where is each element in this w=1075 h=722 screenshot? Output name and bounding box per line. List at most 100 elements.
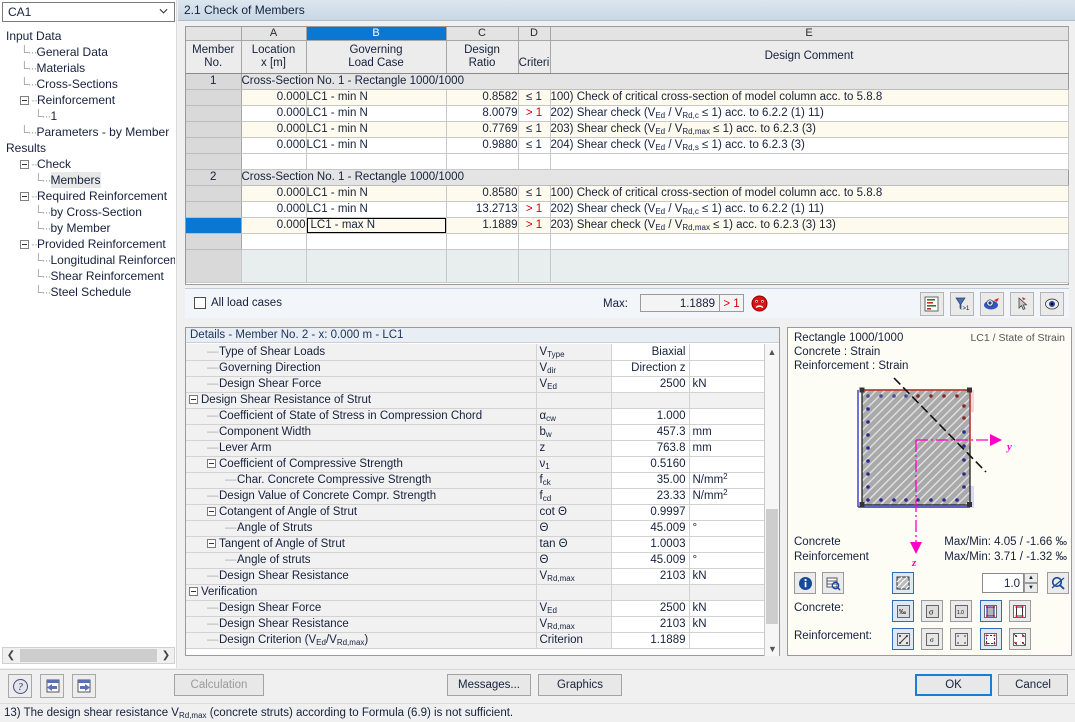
zoom-reset-icon[interactable] bbox=[1047, 572, 1070, 594]
expand-collapse-icon[interactable] bbox=[207, 507, 216, 517]
expand-collapse-icon[interactable] bbox=[20, 240, 29, 250]
rebar-stress-icon[interactable]: σ bbox=[921, 628, 944, 650]
cell-empty[interactable] bbox=[550, 153, 1069, 170]
cell-location[interactable]: 0.000 bbox=[241, 137, 307, 154]
cell-criterion[interactable]: ≤ 1 bbox=[518, 121, 551, 138]
details-row[interactable]: —Design Shear Resistance VRd,max 2103 kN bbox=[186, 568, 764, 585]
row-header[interactable] bbox=[186, 185, 242, 202]
details-row[interactable]: —Governing Direction Vdir Direction z bbox=[186, 360, 764, 377]
scroll-right-icon[interactable]: ❯ bbox=[158, 648, 174, 663]
tree-item-results[interactable]: Results bbox=[2, 140, 175, 156]
ok-button[interactable]: OK bbox=[915, 674, 992, 696]
chart-bars-icon[interactable] bbox=[920, 292, 944, 316]
expand-collapse-icon[interactable] bbox=[189, 587, 198, 597]
details-scroll-thumb[interactable] bbox=[766, 509, 778, 624]
details-row[interactable]: —Design Shear Force VEd 2500 kN bbox=[186, 376, 764, 393]
cell-location[interactable]: 0.000 bbox=[241, 121, 307, 138]
cell-design-comment[interactable]: 100) Check of critical cross-section of … bbox=[550, 185, 1069, 202]
row-header[interactable] bbox=[186, 105, 242, 122]
table-row[interactable]: 0.000 LC1 - min N 8.0079 > 1 202) Shear chec… bbox=[186, 105, 1069, 122]
tree-horizontal-scrollbar[interactable]: ❮ ❯ bbox=[2, 647, 175, 664]
details-row[interactable]: —Design Shear Force VEd 2500 kN bbox=[186, 600, 764, 617]
cell-design-ratio[interactable]: 8.0079 bbox=[446, 105, 519, 122]
stepper-up-icon[interactable]: ▲ bbox=[1024, 573, 1038, 583]
tree-item-parameters-by-member[interactable]: └···Parameters - by Member bbox=[2, 124, 175, 140]
cell-criterion[interactable]: ≤ 1 bbox=[518, 185, 551, 202]
table-row[interactable]: 0.000 LC1 - min N 0.7769 ≤ 1 203) Shear chec… bbox=[186, 121, 1069, 138]
row-header[interactable] bbox=[186, 217, 242, 234]
view-colored-icon[interactable] bbox=[980, 292, 1004, 316]
table-row[interactable]: 0.000 LC1 - min N 13.2713 > 1 202) Shear che… bbox=[186, 201, 1069, 218]
cell-criterion[interactable]: ≤ 1 bbox=[518, 89, 551, 106]
row-header[interactable] bbox=[186, 201, 242, 218]
check-results-grid[interactable]: A B C D E Member No. Location x [m] Gove… bbox=[185, 26, 1069, 285]
cell-load-case[interactable]: LC1 - min N bbox=[306, 137, 447, 154]
details-row[interactable]: —Design Shear Resistance VRd,max 2103 kN bbox=[186, 616, 764, 633]
tree-item-by-cross-section[interactable]: └···by Cross-Section bbox=[2, 204, 175, 220]
expand-collapse-icon[interactable] bbox=[207, 459, 216, 469]
cell-criterion[interactable]: ≤ 1 bbox=[518, 137, 551, 154]
cell-empty[interactable] bbox=[306, 153, 447, 170]
row-header[interactable] bbox=[186, 153, 242, 170]
cell-empty[interactable] bbox=[518, 153, 551, 170]
details-row[interactable]: —Design Criterion (VEd/VRd,max) Criterion… bbox=[186, 632, 764, 649]
cell-design-ratio[interactable]: 1.1889 bbox=[446, 217, 519, 234]
tree-item-check[interactable]: ··Check bbox=[2, 156, 175, 172]
scroll-down-icon[interactable]: ▼ bbox=[765, 641, 780, 656]
row-header[interactable] bbox=[186, 233, 242, 250]
tree-item-by-member[interactable]: └···by Member bbox=[2, 220, 175, 236]
cell-location[interactable]: 0.000 bbox=[241, 105, 307, 122]
group-member-number[interactable]: 1 bbox=[186, 73, 242, 90]
info-icon[interactable] bbox=[794, 572, 816, 594]
cell-design-comment[interactable]: 203) Shear check (VEd / VRd,max ≤ 1) acc… bbox=[550, 217, 1069, 234]
graphics-button[interactable]: Graphics bbox=[538, 674, 622, 696]
graphic-viewport[interactable]: Rectangle 1000/1000 Concrete : Strain Re… bbox=[788, 328, 1071, 568]
cell-location[interactable]: 0.000 bbox=[241, 217, 307, 234]
col-letter-b[interactable]: B bbox=[306, 27, 447, 41]
details-row[interactable]: Cotangent of Angle of Strut cot Θ 0.9997 bbox=[186, 504, 764, 521]
filter-gt1-icon[interactable]: >1 bbox=[950, 292, 974, 316]
expand-collapse-icon[interactable] bbox=[189, 395, 198, 405]
messages-button[interactable]: Messages... bbox=[447, 674, 531, 696]
cell-empty[interactable] bbox=[241, 233, 307, 250]
calculation-button[interactable]: Calculation bbox=[174, 674, 264, 696]
strain-permille-icon[interactable]: ‰ bbox=[892, 600, 914, 622]
cell-load-case[interactable]: LC1 - min N bbox=[306, 105, 447, 122]
tree-item-materials[interactable]: └···Materials bbox=[2, 60, 175, 76]
group-member-number[interactable]: 2 bbox=[186, 169, 242, 186]
cell-design-comment[interactable]: 202) Shear check (VEd / VRd,c ≤ 1) acc. … bbox=[550, 201, 1069, 218]
cell-location[interactable]: 0.000 bbox=[241, 185, 307, 202]
row-header[interactable] bbox=[186, 89, 242, 106]
details-row[interactable]: —Design Value of Concrete Compr. Strengt… bbox=[186, 488, 764, 505]
table-row[interactable]: 0.000 LC1 - max N 1.1889 > 1 203) Shear chec… bbox=[186, 217, 1069, 234]
tree-item-steel-schedule[interactable]: └···Steel Schedule bbox=[2, 284, 175, 300]
cell-empty[interactable] bbox=[550, 233, 1069, 250]
cell-design-comment[interactable]: 204) Shear check (VEd / VRd,s ≤ 1) acc. … bbox=[550, 137, 1069, 154]
pointer-select-icon[interactable] bbox=[1010, 292, 1034, 316]
details-body[interactable]: —Type of Shear Loads VType Biaxial —Governi… bbox=[186, 344, 764, 649]
values-icon[interactable]: 1.0 bbox=[950, 600, 973, 622]
details-vertical-scrollbar[interactable]: ▲ ▼ bbox=[764, 344, 779, 656]
table-row[interactable]: 0.000 LC1 - min N 0.8582 ≤ 1 100) Check of c… bbox=[186, 89, 1069, 106]
cell-criterion[interactable]: > 1 bbox=[518, 217, 551, 234]
tree-item-longitudinal-reinforcement[interactable]: └···Longitudinal Reinforcement bbox=[2, 252, 175, 268]
zoom-value-field[interactable]: 1.0 bbox=[982, 573, 1024, 593]
tree-item-required-reinforcement[interactable]: ··Required Reinforcement bbox=[2, 188, 175, 204]
help-icon[interactable]: ? bbox=[8, 674, 32, 698]
cell-load-case[interactable]: LC1 - max N bbox=[306, 217, 447, 234]
cell-load-case[interactable]: LC1 - min N bbox=[306, 121, 447, 138]
details-row[interactable]: —Char. Concrete Compressive Strength fck 3… bbox=[186, 472, 764, 489]
details-row[interactable]: —Component Width bw 457.3 mm bbox=[186, 424, 764, 441]
col-letter-c[interactable]: C bbox=[446, 27, 519, 41]
cancel-button[interactable]: Cancel bbox=[998, 674, 1068, 696]
cell-location[interactable]: 0.000 bbox=[241, 201, 307, 218]
expand-collapse-icon[interactable] bbox=[20, 96, 29, 106]
cell-design-comment[interactable]: 202) Shear check (VEd / VRd,c ≤ 1) acc. … bbox=[550, 105, 1069, 122]
details-row[interactable]: Tangent of Angle of Strut tan Θ 1.0003 bbox=[186, 536, 764, 553]
expand-collapse-icon[interactable] bbox=[207, 539, 216, 549]
cell-empty[interactable] bbox=[446, 233, 519, 250]
cell-design-ratio[interactable]: 0.9880 bbox=[446, 137, 519, 154]
cell-design-ratio[interactable]: 0.7769 bbox=[446, 121, 519, 138]
previous-page-icon[interactable] bbox=[40, 674, 64, 698]
tree-item-input-data[interactable]: Input Data bbox=[2, 28, 175, 44]
